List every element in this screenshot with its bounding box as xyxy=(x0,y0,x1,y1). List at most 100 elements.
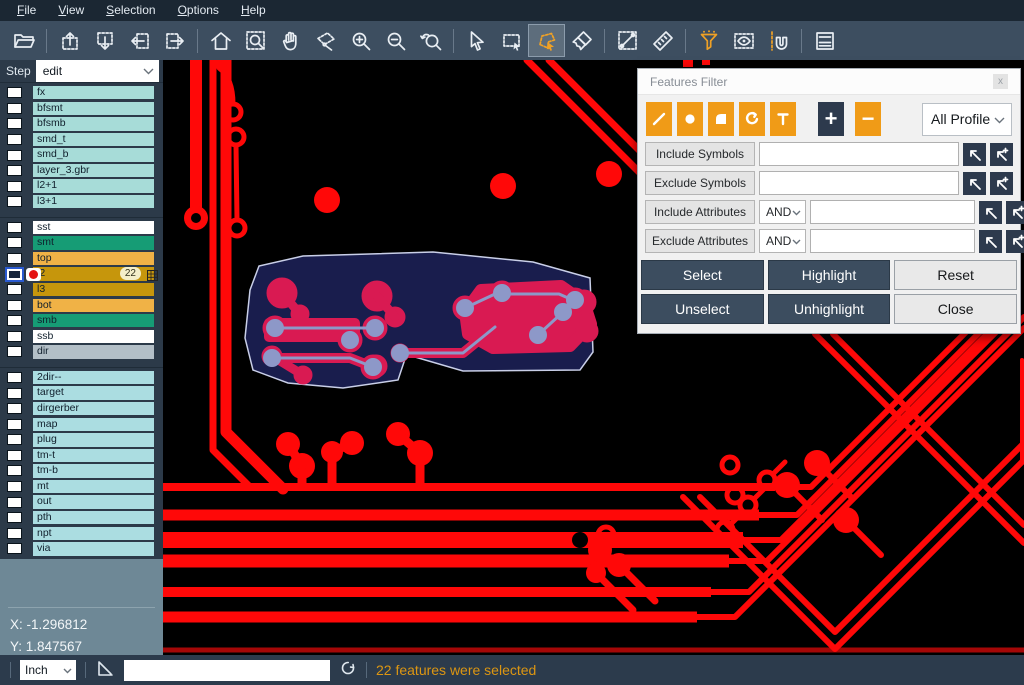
measure-icon[interactable] xyxy=(610,25,645,56)
layer-checkbox[interactable] xyxy=(7,150,22,161)
features-filter-icon[interactable] xyxy=(691,25,726,56)
zoom-polygon-icon[interactable] xyxy=(308,25,343,56)
zoom-in-icon[interactable] xyxy=(343,25,378,56)
layer-name[interactable]: bot xyxy=(33,299,154,312)
layer-row-l2[interactable]: l222 xyxy=(0,267,163,280)
layer-checkbox[interactable] xyxy=(7,103,22,114)
close-button[interactable]: Close xyxy=(894,294,1017,324)
layer-checkbox[interactable] xyxy=(7,388,22,399)
layer-checkbox[interactable] xyxy=(7,134,22,145)
layer-name[interactable]: top xyxy=(33,252,154,265)
zoom-previous-icon[interactable] xyxy=(413,25,448,56)
layer-name[interactable]: tm-b xyxy=(33,464,154,477)
layer-checkbox[interactable] xyxy=(7,450,22,461)
layer-checkbox[interactable] xyxy=(7,165,22,176)
layer-row-bfsmt[interactable]: bfsmt xyxy=(0,102,163,115)
layer-name[interactable]: target xyxy=(33,386,154,399)
layer-name[interactable]: smt xyxy=(33,236,154,249)
exclude-attributes-operator-select[interactable]: AND xyxy=(759,229,806,253)
layer-row-map[interactable]: map xyxy=(0,418,163,431)
layer-row-via[interactable]: via xyxy=(0,542,163,555)
layer-checkbox[interactable] xyxy=(7,419,22,430)
menu-selection[interactable]: Selection xyxy=(95,1,166,20)
layer-checkbox[interactable] xyxy=(7,465,22,476)
surface-filter-button[interactable] xyxy=(708,102,734,136)
layer-row-l3[interactable]: l3 xyxy=(0,283,163,296)
zoom-window-icon[interactable] xyxy=(238,25,273,56)
pick-icon[interactable] xyxy=(979,230,1002,253)
layer-row-mt[interactable]: mt xyxy=(0,480,163,493)
step-export-bottom-icon[interactable] xyxy=(87,25,122,56)
include-symbols-input[interactable] xyxy=(759,142,959,166)
layer-name[interactable]: l3+1 xyxy=(33,195,154,208)
layer-checkbox[interactable] xyxy=(7,237,22,248)
layer-checkbox[interactable] xyxy=(7,543,22,554)
remove-filter-button[interactable]: − xyxy=(855,102,881,136)
layer-name[interactable]: pth xyxy=(33,511,154,524)
layer-row-pth[interactable]: pth xyxy=(0,511,163,524)
layer-row-bot[interactable]: bot xyxy=(0,299,163,312)
layer-row-dir[interactable]: dir xyxy=(0,345,163,358)
layer-name[interactable]: out xyxy=(33,495,154,508)
corner-angle-icon[interactable] xyxy=(95,658,115,683)
layer-row-npt[interactable]: npt xyxy=(0,527,163,540)
layer-name[interactable]: l3 xyxy=(33,283,154,296)
layer-name[interactable]: dir xyxy=(33,345,154,358)
arc-filter-button[interactable] xyxy=(739,102,765,136)
layer-row-smt[interactable]: smt xyxy=(0,236,163,249)
layer-name[interactable]: smd_t xyxy=(33,133,154,146)
layer-name[interactable]: smd_b xyxy=(33,148,154,161)
layer-name[interactable]: bfsmt xyxy=(33,102,154,115)
snap-magnet-icon[interactable] xyxy=(761,25,796,56)
menu-view[interactable]: View xyxy=(47,1,95,20)
layer-name[interactable]: bfsmb xyxy=(33,117,154,130)
layer-checkbox[interactable] xyxy=(7,512,22,523)
pick-icon[interactable] xyxy=(963,143,986,166)
layer-checkbox[interactable] xyxy=(7,528,22,539)
command-input[interactable] xyxy=(124,660,330,681)
layer-row-sst[interactable]: sst xyxy=(0,221,163,234)
refresh-icon[interactable] xyxy=(339,659,357,682)
step-export-top-icon[interactable] xyxy=(52,25,87,56)
home-view-icon[interactable] xyxy=(203,25,238,56)
layer-row-smd_b[interactable]: smd_b xyxy=(0,148,163,161)
layer-row-target[interactable]: target xyxy=(0,386,163,399)
menu-options[interactable]: Options xyxy=(167,1,230,20)
pick-add-icon[interactable] xyxy=(1006,230,1024,253)
layer-checkbox[interactable] xyxy=(7,331,22,342)
layer-name[interactable]: 2dir-- xyxy=(33,371,154,384)
layer-checkbox[interactable] xyxy=(7,87,22,98)
layer-name[interactable]: layer_3.gbr xyxy=(33,164,154,177)
step-export-left-icon[interactable] xyxy=(122,25,157,56)
layer-row-top[interactable]: top xyxy=(0,252,163,265)
layer-checkbox[interactable] xyxy=(7,403,22,414)
layer-row-out[interactable]: out xyxy=(0,495,163,508)
layer-checkbox[interactable] xyxy=(7,118,22,129)
pick-icon[interactable] xyxy=(979,201,1002,224)
profile-select[interactable]: All Profile xyxy=(922,103,1012,136)
layer-panel-icon[interactable] xyxy=(807,25,842,56)
layer-row-l2+1[interactable]: l2+1 xyxy=(0,179,163,192)
layer-row-plug[interactable]: plug xyxy=(0,433,163,446)
text-filter-button[interactable] xyxy=(770,102,796,136)
add-filter-button[interactable]: + xyxy=(818,102,844,136)
layer-checkbox[interactable] xyxy=(7,300,22,311)
pick-add-icon[interactable] xyxy=(1006,201,1024,224)
layer-row-2dir--[interactable]: 2dir-- xyxy=(0,371,163,384)
pick-icon[interactable] xyxy=(963,172,986,195)
select-cursor-icon[interactable] xyxy=(459,25,494,56)
menu-help[interactable]: Help xyxy=(230,1,277,20)
layer-checkbox[interactable] xyxy=(7,434,22,445)
ruler-icon[interactable] xyxy=(645,25,680,56)
open-folder-icon[interactable] xyxy=(6,25,41,56)
exclude-symbols-input[interactable] xyxy=(759,171,959,195)
layer-name[interactable]: via xyxy=(33,542,154,555)
layer-row-dirgerber[interactable]: dirgerber xyxy=(0,402,163,415)
layer-name[interactable]: tm-t xyxy=(33,449,154,462)
unselect-button[interactable]: Unselect xyxy=(641,294,764,324)
step-export-right-icon[interactable] xyxy=(157,25,192,56)
pad-filter-button[interactable] xyxy=(677,102,703,136)
pick-add-icon[interactable] xyxy=(990,172,1013,195)
layer-checkbox[interactable] xyxy=(7,181,22,192)
layer-checkbox[interactable] xyxy=(7,284,22,295)
